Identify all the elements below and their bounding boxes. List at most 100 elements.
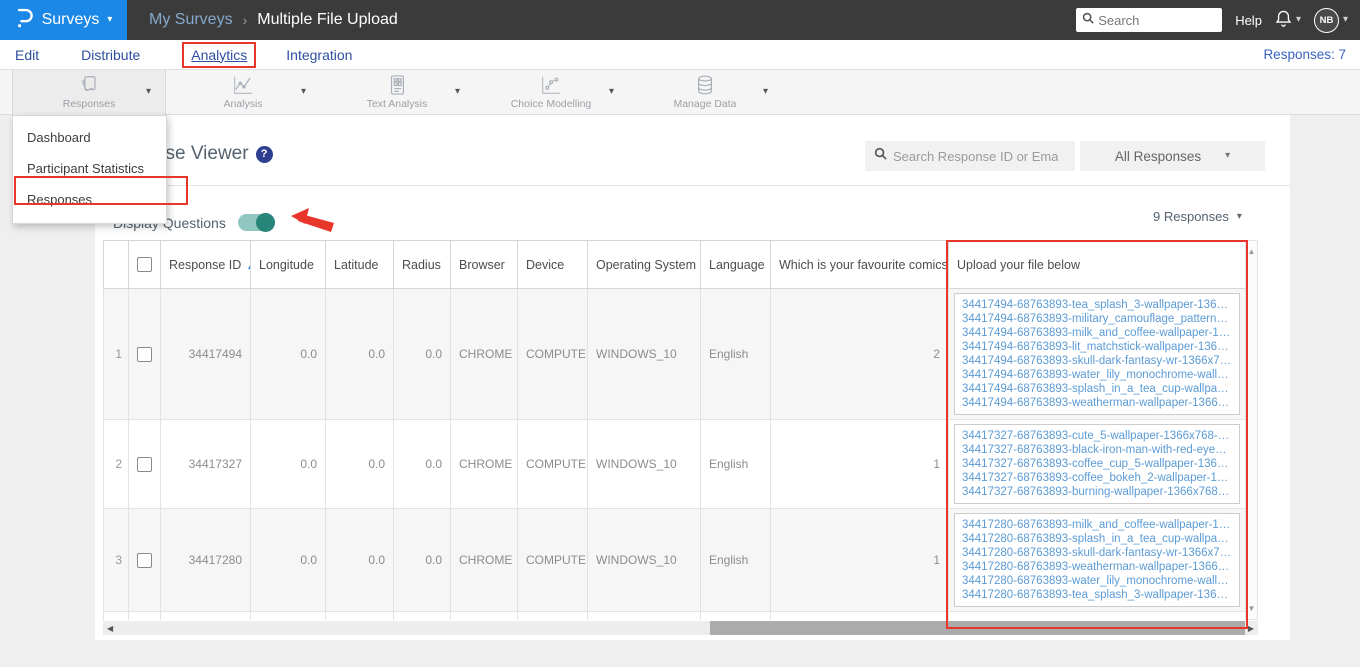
row-checkbox[interactable] (137, 456, 152, 472)
menu-item-participant-statistics[interactable]: Participant Statistics (13, 153, 166, 184)
row-checkbox[interactable] (137, 346, 152, 362)
chevron-down-icon: ▾ (1342, 14, 1348, 25)
file-link[interactable]: 34417280-68763893-weatherman-wallpaper-1… (962, 560, 1232, 574)
file-link[interactable]: 34417494-68763893-splash_in_a_tea_cup-wa… (962, 382, 1232, 396)
header-response-id[interactable]: Response ID▲ (160, 240, 251, 289)
account-menu[interactable]: NB ▾ (1313, 7, 1348, 33)
table-row: 3344172800.00.00.0CHROMECOMPUTERWINDOWS_… (103, 508, 1245, 612)
responses-table-clip: Response ID▲ Longitude Latitude Radius B… (103, 240, 1245, 620)
cell-latitude: 0.0 (325, 508, 394, 612)
tab-edit[interactable]: Edit (15, 47, 39, 63)
scroll-left-icon[interactable]: ◀ (107, 624, 113, 633)
file-link[interactable]: 34417494-68763893-tea_splash_3-wallpaper… (962, 298, 1232, 312)
header-latitude[interactable]: Latitude (325, 240, 394, 289)
cell-radius (393, 611, 451, 620)
responses-table-body: 1344174940.00.00.0CHROMECOMPUTERWINDOWS_… (103, 288, 1245, 620)
toolbar-item-text-analysis[interactable]: Text Analysis ▾ (320, 70, 474, 115)
cell-radius: 0.0 (393, 288, 451, 420)
file-link[interactable]: 34417327-68763893-coffee_cup_5-wallpaper… (962, 457, 1232, 471)
file-link[interactable]: 34417280-68763893-tea_splash_3-wallpaper… (962, 588, 1232, 602)
toolbar-item-manage-data[interactable]: Manage Data ▾ (628, 70, 782, 115)
cell-row-number: 3 (103, 508, 129, 612)
response-search[interactable] (865, 141, 1075, 171)
cell-row-number: 1 (103, 288, 129, 420)
file-link[interactable]: 34417494-68763893-lit_matchstick-wallpap… (962, 340, 1232, 354)
tab-analytics[interactable]: Analytics (182, 41, 257, 68)
help-circle-icon[interactable]: ? (255, 145, 273, 163)
breadcrumb-parent[interactable]: My Surveys (149, 11, 233, 29)
global-search-input[interactable] (1098, 12, 1209, 28)
header-language[interactable]: Language (700, 240, 771, 289)
header-upload-question[interactable]: Upload your file below (948, 240, 1245, 289)
cell-response-id: 34417494 (160, 288, 251, 420)
menu-item-responses[interactable]: Responses (13, 184, 166, 215)
file-link[interactable]: 34417494-68763893-military_camouflage_pa… (962, 312, 1232, 326)
toolbar-item-choice-modelling[interactable]: Choice Modelling ▾ (474, 70, 628, 115)
file-link[interactable]: 34417327-68763893-cute_5-wallpaper-1366x… (962, 429, 1232, 443)
global-search[interactable] (1076, 8, 1223, 32)
cell-row-number (103, 611, 129, 620)
cell-latitude: 0.0 (325, 419, 394, 509)
notifications-menu[interactable]: ▾ (1275, 9, 1301, 32)
file-link[interactable]: 34417494-68763893-weatherman-wallpaper-1… (962, 396, 1232, 410)
cell-latitude: 0.0 (325, 288, 394, 420)
cell-checkbox (128, 419, 161, 509)
scroll-down-icon[interactable]: ▼ (1246, 604, 1257, 613)
file-link[interactable]: 34417280-68763893-milk_and_coffee-wallpa… (962, 518, 1232, 532)
file-link[interactable]: 34417327-68763893-black-iron-man-with-re… (962, 443, 1232, 457)
horizontal-scrollbar[interactable]: ◀ ▶ (103, 621, 1258, 635)
table-row: 34417247-68763893-military_camouflage_pa… (103, 611, 1245, 620)
surveys-menu[interactable]: Surveys ▾ (0, 0, 127, 40)
help-link[interactable]: Help (1235, 13, 1262, 28)
vertical-scrollbar[interactable]: ▲ ▼ (1245, 240, 1258, 620)
menu-item-dashboard[interactable]: Dashboard (13, 122, 166, 153)
file-link[interactable]: 34417327-68763893-coffee_bokeh_2-wallpap… (962, 471, 1232, 485)
responses-table-region: Response ID▲ Longitude Latitude Radius B… (103, 240, 1258, 635)
select-all-checkbox[interactable] (137, 257, 152, 272)
breadcrumb-current: Multiple File Upload (257, 11, 398, 28)
file-link[interactable]: 34417494-68763893-milk_and_coffee-wallpa… (962, 326, 1232, 340)
tab-integration[interactable]: Integration (286, 47, 352, 63)
cell-response-id: 34417327 (160, 419, 251, 509)
chevron-down-icon: ▾ (1236, 210, 1242, 222)
file-list: 34417327-68763893-cute_5-wallpaper-1366x… (954, 424, 1240, 504)
header-device[interactable]: Device (517, 240, 588, 289)
chevron-down-icon: ▾ (107, 14, 113, 25)
file-list: 34417280-68763893-milk_and_coffee-wallpa… (954, 513, 1240, 607)
questionpro-logo-icon (15, 7, 34, 34)
database-icon (694, 74, 716, 96)
file-link[interactable]: 34417494-68763893-skull-dark-fantasy-wr-… (962, 354, 1232, 368)
tab-distribute[interactable]: Distribute (81, 47, 140, 63)
scroll-up-icon[interactable]: ▲ (1246, 247, 1257, 256)
header-radius[interactable]: Radius (393, 240, 451, 289)
file-link[interactable]: 34417280-68763893-splash_in_a_tea_cup-wa… (962, 532, 1232, 546)
header-comics-question[interactable]: Which is your favourite comics? (770, 240, 949, 289)
scroll-right-icon[interactable]: ▶ (1248, 624, 1254, 633)
cell-uploaded-files: 34417494-68763893-tea_splash_3-wallpaper… (948, 288, 1245, 420)
responses-pages-icon (78, 74, 100, 96)
response-filter-select[interactable]: All Responses ▾ (1080, 141, 1265, 171)
toolbar-item-responses[interactable]: Responses ▾ (12, 70, 166, 115)
response-search-input[interactable] (893, 148, 1058, 164)
cell-comics-answer (770, 611, 949, 620)
toolbar-label: Responses (62, 98, 116, 110)
cell-longitude (250, 611, 326, 620)
responses-page-size-dropdown[interactable]: 9 Responses ▾ (1153, 209, 1242, 224)
top-navbar: Surveys ▾ My Surveys › Multiple File Upl… (0, 0, 1360, 40)
row-checkbox[interactable] (137, 552, 152, 568)
file-link[interactable]: 34417280-68763893-skull-dark-fantasy-wr-… (962, 546, 1232, 560)
chevron-down-icon: ▾ (145, 86, 151, 97)
file-link[interactable]: 34417327-68763893-burning-wallpaper-1366… (962, 485, 1232, 499)
file-link[interactable]: 34417280-68763893-water_lily_monochrome-… (962, 574, 1232, 588)
file-link[interactable]: 34417494-68763893-water_lily_monochrome-… (962, 368, 1232, 382)
cell-response-id: 34417280 (160, 508, 251, 612)
toolbar-item-analysis[interactable]: Analysis ▾ (166, 70, 320, 115)
toolbar-label: Analysis (223, 98, 263, 110)
header-longitude[interactable]: Longitude (250, 240, 326, 289)
display-questions-toggle[interactable] (237, 213, 275, 232)
header-browser[interactable]: Browser (450, 240, 518, 289)
header-operating-system[interactable]: Operating System (587, 240, 701, 289)
analytics-toolbar: Responses ▾ Analysis ▾ Text Analysis ▾ C… (0, 70, 1360, 115)
cell-longitude: 0.0 (250, 288, 326, 420)
horizontal-scrollbar-thumb[interactable] (710, 621, 1245, 635)
